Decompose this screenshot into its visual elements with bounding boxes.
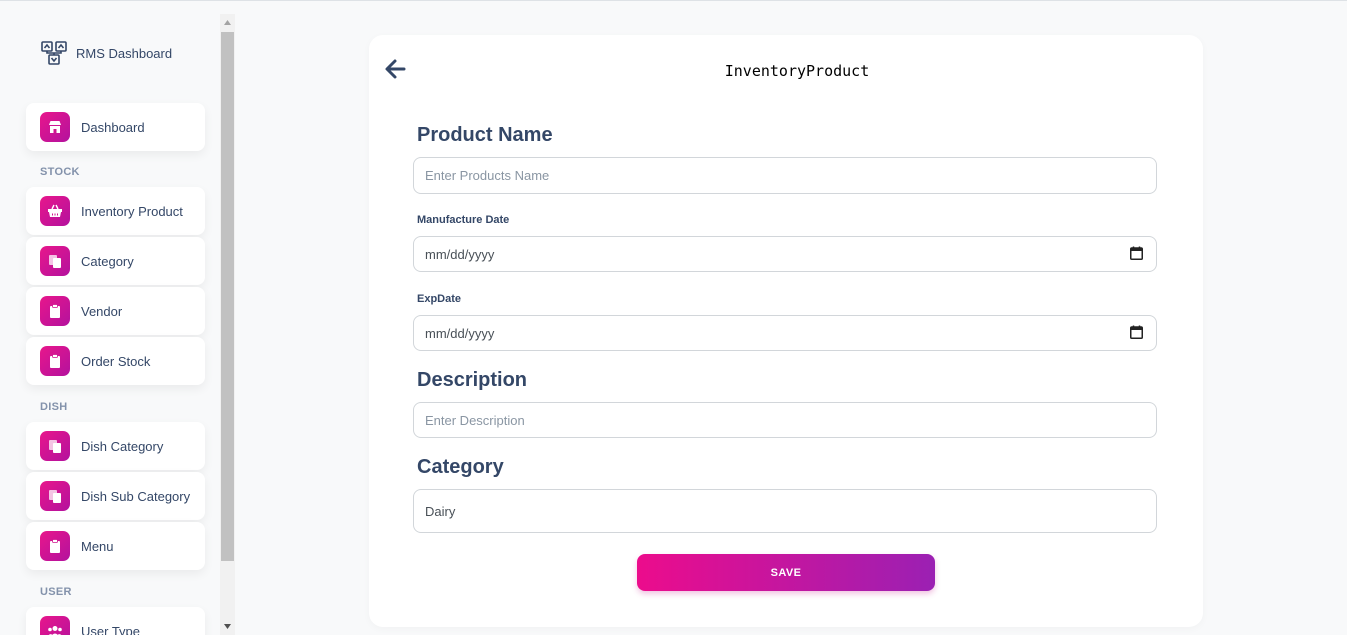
product-name-input[interactable]: Enter Products Name <box>413 157 1157 194</box>
product-name-label: Product Name <box>417 124 553 146</box>
sidebar-item-order-stock[interactable]: Order Stock <box>26 337 205 385</box>
users-icon <box>40 616 70 635</box>
sidebar-item-dish-category[interactable]: Dish Category <box>26 422 205 470</box>
copy-icon <box>40 246 70 276</box>
copy-icon <box>40 431 70 461</box>
category-value: Dairy <box>425 503 456 519</box>
section-label-stock: STOCK <box>40 166 80 178</box>
sidebar-item-label: User Type <box>81 623 141 635</box>
calendar-icon[interactable] <box>1130 325 1143 342</box>
sidebar-item-label: Dish Category <box>81 438 164 454</box>
category-select[interactable]: Dairy <box>413 489 1157 533</box>
exp-date-label: ExpDate <box>417 293 462 305</box>
sidebar-item-label: Menu <box>81 538 114 554</box>
manufacture-date-input[interactable]: mm/dd/yyyy <box>413 236 1157 272</box>
scroll-thumb[interactable] <box>221 32 234 561</box>
brand[interactable]: RMS Dashboard <box>40 39 172 67</box>
calendar-icon[interactable] <box>1130 246 1143 263</box>
inventory-product-form-card: InventoryProduct Product Name Enter Prod… <box>369 35 1203 627</box>
section-label-user: USER <box>40 586 72 598</box>
sidebar-item-vendor[interactable]: Vendor <box>26 287 205 335</box>
clipboard-icon <box>40 296 70 326</box>
clipboard-icon <box>40 531 70 561</box>
sidebar-scrollbar[interactable] <box>220 14 235 635</box>
sidebar-item-label: Vendor <box>81 303 123 319</box>
sidebar: RMS Dashboard Dashboard STOCK Inventory … <box>0 14 220 635</box>
sidebar-item-inventory-product[interactable]: Inventory Product <box>26 187 205 235</box>
basket-icon <box>40 196 70 226</box>
sidebar-item-label: Dish Sub Category <box>81 488 191 504</box>
description-input[interactable]: Enter Description <box>413 402 1157 438</box>
copy-icon <box>40 481 70 511</box>
sidebar-item-dashboard[interactable]: Dashboard <box>26 103 205 151</box>
exp-date-input[interactable]: mm/dd/yyyy <box>413 315 1157 351</box>
brand-label: RMS Dashboard <box>76 45 173 61</box>
category-label: Category <box>417 456 504 478</box>
product-name-placeholder: Enter Products Name <box>425 168 550 183</box>
sidebar-item-menu[interactable]: Menu <box>26 522 205 570</box>
sidebar-item-label: Category <box>81 253 134 269</box>
manufacture-date-label: Manufacture Date <box>417 214 510 226</box>
description-label: Description <box>417 369 528 391</box>
page-title: InventoryProduct <box>724 62 870 80</box>
sidebar-item-label: Order Stock <box>81 353 151 369</box>
description-placeholder: Enter Description <box>425 412 525 428</box>
save-button[interactable]: SAVE <box>637 554 935 591</box>
shop-icon <box>40 112 70 142</box>
exp-date-value: mm/dd/yyyy <box>425 325 495 341</box>
scroll-down-arrow-icon[interactable] <box>220 618 235 635</box>
manufacture-date-value: mm/dd/yyyy <box>425 246 495 262</box>
sidebar-item-label: Dashboard <box>81 119 145 135</box>
section-label-dish: DISH <box>40 401 68 413</box>
sitemap-icon <box>40 39 68 67</box>
sidebar-item-category[interactable]: Category <box>26 237 205 285</box>
sidebar-item-dish-sub-category[interactable]: Dish Sub Category <box>26 472 205 520</box>
sidebar-item-label: Inventory Product <box>81 203 183 219</box>
scroll-up-arrow-icon[interactable] <box>220 14 235 31</box>
top-border <box>0 0 1347 1</box>
clipboard-icon <box>40 346 70 376</box>
sidebar-item-user-type[interactable]: User Type <box>26 607 205 635</box>
